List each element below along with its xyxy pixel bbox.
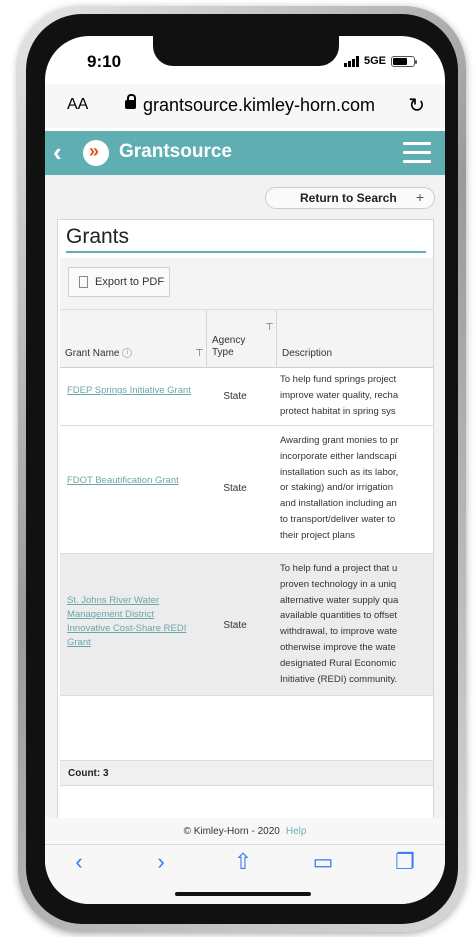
grants-panel: Grants Export to PDF Grant Name i ⊤ Agenc… (57, 219, 434, 819)
description-cell: To help fund a project that u proven tec… (280, 563, 399, 685)
signal-icon (343, 55, 359, 67)
help-link[interactable]: Help (286, 826, 307, 837)
app-header: ‹ Grantsource (45, 131, 445, 175)
filter-icon[interactable]: ⊤ (265, 322, 274, 333)
column-divider (206, 310, 207, 368)
grant-name-link[interactable]: FDEP Springs Initiative Grant (67, 384, 193, 398)
table-footer: Count: 3 (60, 760, 433, 786)
browser-address-bar[interactable]: AA grantsource.kimley-horn.com ↻ (45, 84, 445, 128)
col-grant-name[interactable]: Grant Name i (65, 348, 133, 359)
status-indicators: 5GE (343, 55, 417, 67)
export-pdf-label: Export to PDF (95, 276, 165, 288)
return-to-search-button[interactable]: Return to Search + (265, 187, 435, 209)
title-divider (66, 251, 426, 253)
hamburger-icon[interactable] (403, 142, 431, 169)
bookmarks-icon[interactable]: ▭ (303, 849, 343, 889)
copyright-text: © Kimley-Horn - 2020 (183, 826, 280, 837)
export-pdf-button[interactable]: Export to PDF (68, 267, 170, 297)
reload-icon[interactable]: ↻ (408, 93, 425, 118)
main-content: Return to Search + Grants Export to PDF … (45, 175, 445, 820)
pdf-icon (79, 276, 88, 288)
url-field[interactable]: grantsource.kimley-horn.com (115, 93, 385, 116)
home-indicator (175, 892, 311, 896)
lock-icon (124, 93, 136, 109)
table-row[interactable]: FDEP Springs Initiative Grant State To h… (60, 368, 433, 426)
notch (153, 36, 339, 66)
agency-type-cell: State (223, 391, 247, 402)
table-row[interactable]: FDOT Beautification Grant State Awarding… (60, 426, 433, 554)
status-time: 9:10 (87, 52, 122, 71)
url-text: grantsource.kimley-horn.com (142, 95, 376, 115)
battery-icon (391, 55, 417, 67)
grantsource-logo (83, 140, 109, 166)
page-footer: © Kimley-Horn - 2020 Help (45, 818, 445, 844)
column-divider (276, 310, 277, 368)
share-icon[interactable]: ⇧ (223, 849, 263, 889)
description-cell: To help fund springs project improve wat… (280, 374, 399, 417)
forward-icon[interactable]: › (141, 849, 181, 889)
chevron-left-icon[interactable]: ‹ (53, 137, 62, 168)
description-cell: Awarding grant monies to pr incorporate … (280, 435, 399, 541)
back-icon[interactable]: ‹ (59, 849, 99, 889)
agency-type-cell: State (223, 620, 247, 631)
panel-title: Grants (66, 225, 130, 248)
table-row[interactable]: St. Johns River Water Management Distric… (60, 554, 433, 696)
text-size-button[interactable]: AA (67, 96, 88, 114)
plus-icon: + (415, 189, 424, 205)
col-description[interactable]: Description (282, 348, 332, 359)
network-label: 5GE (363, 55, 386, 67)
info-icon: i (122, 348, 133, 359)
tabs-icon[interactable]: ❐ (385, 849, 425, 889)
grant-name-link[interactable]: FDOT Beautification Grant (67, 474, 193, 488)
phone-screen: 9:10 5GE AA grantsource.kimley-horn.com … (45, 36, 445, 904)
grid-toolbar: Export to PDF (60, 258, 433, 310)
row-count: Count: 3 (68, 768, 109, 779)
table-header: Grant Name i ⊤ Agency Type ⊤ Description (60, 310, 433, 368)
filter-icon[interactable]: ⊤ (195, 348, 204, 359)
return-to-search-label: Return to Search (300, 191, 397, 205)
agency-type-cell: State (223, 483, 247, 494)
grant-name-link[interactable]: St. Johns River Water Management Distric… (67, 594, 193, 650)
app-title: Grantsource (119, 141, 232, 162)
col-agency-type[interactable]: Agency Type (212, 335, 252, 359)
